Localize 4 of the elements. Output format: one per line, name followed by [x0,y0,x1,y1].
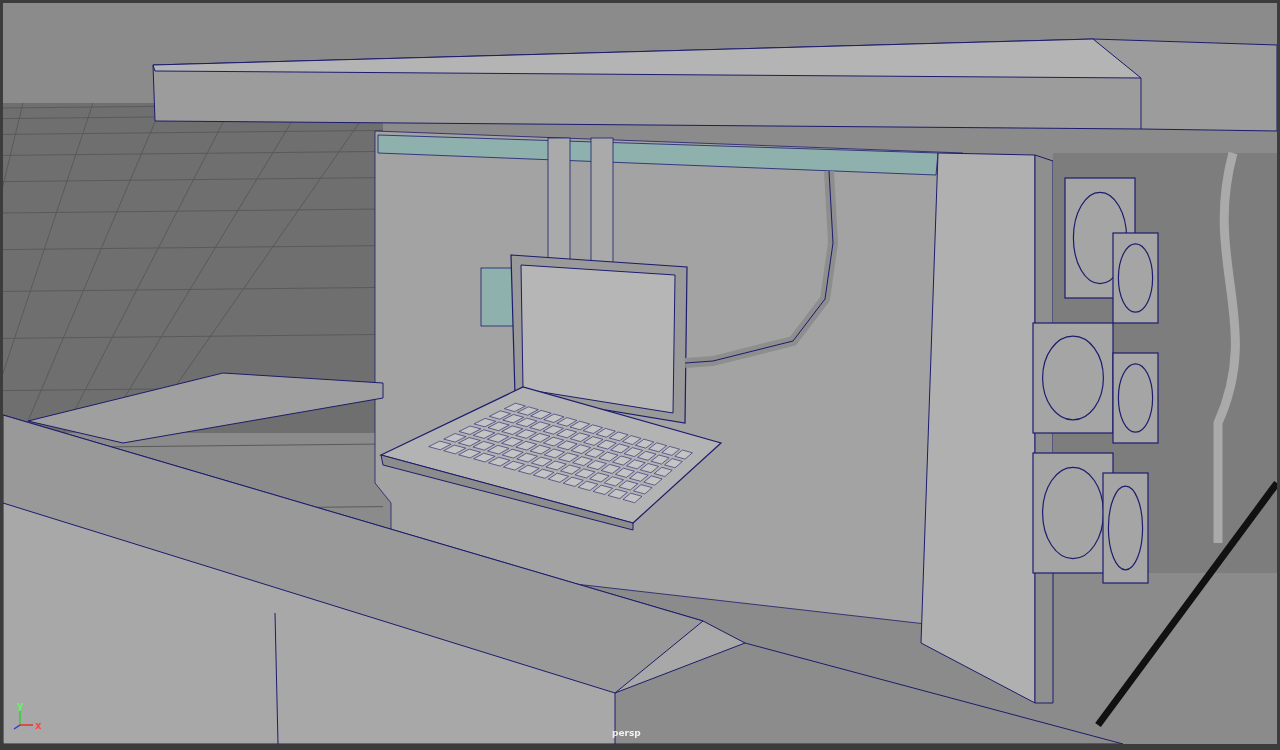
camera-label: persp [612,729,641,738]
axis-gizmo-icon [13,710,34,730]
axis-label: x [35,720,42,731]
axis-label: y [17,700,24,711]
